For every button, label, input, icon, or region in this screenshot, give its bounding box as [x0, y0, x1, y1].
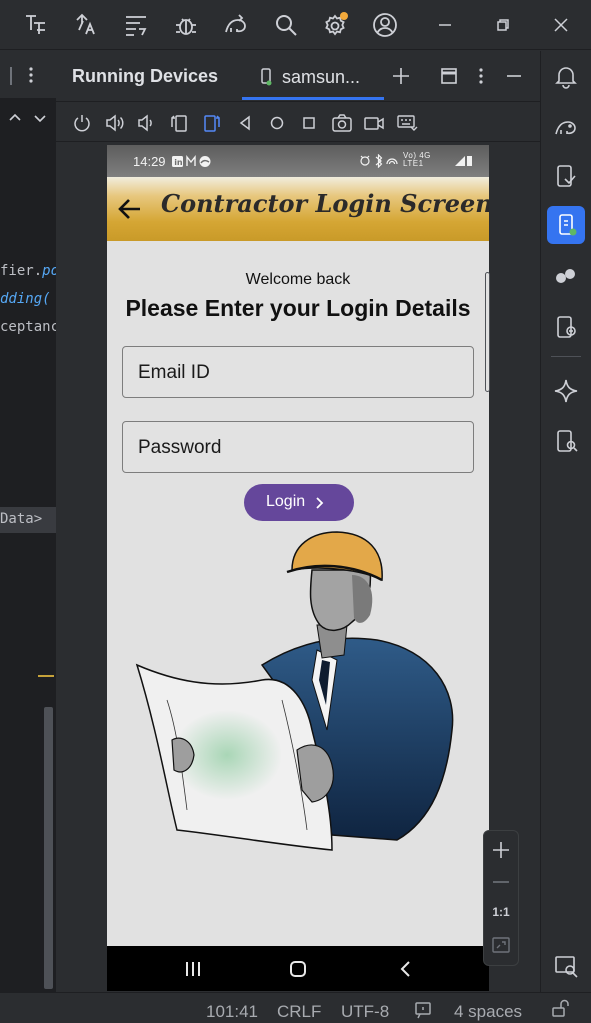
- gemini-icon[interactable]: [553, 378, 579, 404]
- status-bar: 101:41 CRLF UTF-8 4 spaces: [0, 992, 591, 1023]
- restore-window-icon[interactable]: [490, 12, 516, 38]
- contractor-illustration: [132, 530, 457, 860]
- device-toolbar: [56, 101, 540, 142]
- memory-indicator-icon[interactable]: [414, 1001, 434, 1019]
- keyboard-icon[interactable]: [396, 113, 418, 133]
- password-field[interactable]: Password: [122, 421, 474, 473]
- settings-icon[interactable]: [323, 12, 349, 38]
- search-icon[interactable]: [273, 12, 299, 38]
- lock-icon[interactable]: [550, 999, 570, 1019]
- debug-icon[interactable]: [173, 12, 199, 38]
- screen-record-icon[interactable]: [363, 113, 385, 133]
- welcome-text: Welcome back: [245, 271, 351, 288]
- chevron-right-icon: [314, 496, 324, 510]
- indent-setting[interactable]: 4 spaces: [454, 1002, 522, 1022]
- app-quality-icon[interactable]: [553, 263, 579, 289]
- device-icon: [260, 68, 272, 86]
- zoom-fit-icon[interactable]: [491, 935, 511, 955]
- minimize-window-icon[interactable]: [432, 12, 458, 38]
- network-indicator: Vo) 4G LTE1: [403, 151, 431, 168]
- screenshot-icon[interactable]: [331, 113, 353, 133]
- more-options-icon[interactable]: [24, 65, 38, 85]
- phone-nav-bar: [107, 946, 489, 991]
- back-arrow-icon[interactable]: [117, 196, 143, 222]
- login-heading: Please Enter your Login Details: [125, 295, 471, 321]
- layout-inspector-icon[interactable]: [553, 428, 579, 454]
- tab-divider: [10, 67, 12, 85]
- rotate-right-icon[interactable]: [201, 113, 223, 133]
- svg-text:in: in: [174, 158, 183, 167]
- login-button-label: Login: [266, 493, 306, 510]
- translate-icon[interactable]: [73, 12, 99, 38]
- chevron-up-icon[interactable]: [8, 111, 22, 125]
- zoom-in-icon[interactable]: [490, 839, 512, 861]
- editor-scrollbar[interactable]: [44, 707, 53, 989]
- phone-back-icon[interactable]: [399, 960, 413, 978]
- file-encoding[interactable]: UTF-8: [341, 1002, 389, 1022]
- app-title: Contractor Login Screen: [161, 189, 489, 218]
- editor-tab-strip: [0, 51, 56, 99]
- status-time: 14:29: [133, 154, 166, 169]
- device-manager-icon[interactable]: [553, 163, 579, 189]
- notifications-icon[interactable]: [553, 63, 579, 89]
- device-screen[interactable]: 14:29 in Vo) 4G LTE1 Contractor Login Sc…: [107, 145, 489, 991]
- code-line: fier.po: [0, 263, 56, 279]
- tab-device[interactable]: samsun...: [242, 51, 384, 101]
- phone-status-bar: 14:29 in Vo) 4G LTE1: [107, 145, 489, 177]
- device-view-scrollbar[interactable]: [485, 272, 490, 392]
- email-field[interactable]: Email ID: [122, 346, 474, 398]
- inspect-icon[interactable]: [553, 953, 579, 979]
- device-mirroring-icon[interactable]: [553, 314, 579, 340]
- format-icon[interactable]: [123, 12, 149, 38]
- close-window-icon[interactable]: [548, 12, 574, 38]
- gradle-sync-icon[interactable]: [223, 12, 249, 38]
- tab-device-label: samsun...: [282, 67, 361, 87]
- panel-options-icon[interactable]: [474, 66, 488, 86]
- volume-down-icon[interactable]: [136, 113, 156, 133]
- password-placeholder: Password: [138, 437, 222, 458]
- code-line: ceptanc: [0, 319, 56, 335]
- right-tool-strip: [540, 51, 591, 992]
- volume-up-icon[interactable]: [105, 113, 125, 133]
- phone-home-icon[interactable]: [289, 960, 307, 978]
- app-bar: Contractor Login Screen: [107, 177, 489, 241]
- cursor-position[interactable]: 101:41: [206, 1002, 258, 1022]
- back-button-icon[interactable]: [235, 113, 255, 133]
- status-right-icons: Vo) 4G LTE1: [359, 151, 475, 168]
- running-devices-tool-button[interactable]: [547, 206, 585, 244]
- gradle-icon[interactable]: [553, 113, 579, 139]
- window-layout-icon[interactable]: [439, 66, 459, 86]
- zoom-controls: 1:1: [483, 830, 519, 966]
- email-placeholder: Email ID: [138, 362, 210, 383]
- account-icon[interactable]: [372, 12, 398, 38]
- chevron-down-icon[interactable]: [33, 111, 47, 125]
- code-line: Data>: [0, 511, 43, 527]
- code-editor[interactable]: fier.po dding( ceptanc Data>: [0, 51, 56, 992]
- zoom-out-icon[interactable]: [490, 871, 512, 893]
- overview-button-icon[interactable]: [299, 113, 319, 133]
- login-button[interactable]: Login: [244, 484, 354, 521]
- code-line: dding(: [0, 291, 51, 307]
- change-marker: [38, 675, 54, 677]
- hide-panel-icon[interactable]: [504, 66, 524, 86]
- notification-icons: in: [171, 155, 217, 168]
- zoom-reset-button[interactable]: 1:1: [484, 905, 518, 919]
- add-device-icon[interactable]: [390, 65, 412, 87]
- panel-title: Running Devices: [72, 66, 219, 86]
- recent-apps-icon[interactable]: [184, 961, 202, 977]
- active-tab-indicator: [242, 97, 384, 100]
- strip-divider: [551, 356, 581, 357]
- home-button-icon[interactable]: [267, 113, 287, 133]
- main-toolbar: [0, 0, 591, 50]
- line-endings[interactable]: CRLF: [277, 1002, 321, 1022]
- project-structure-icon[interactable]: [23, 12, 49, 38]
- rotate-left-icon[interactable]: [168, 113, 190, 133]
- power-icon[interactable]: [72, 113, 92, 133]
- running-devices-icon: [553, 212, 579, 238]
